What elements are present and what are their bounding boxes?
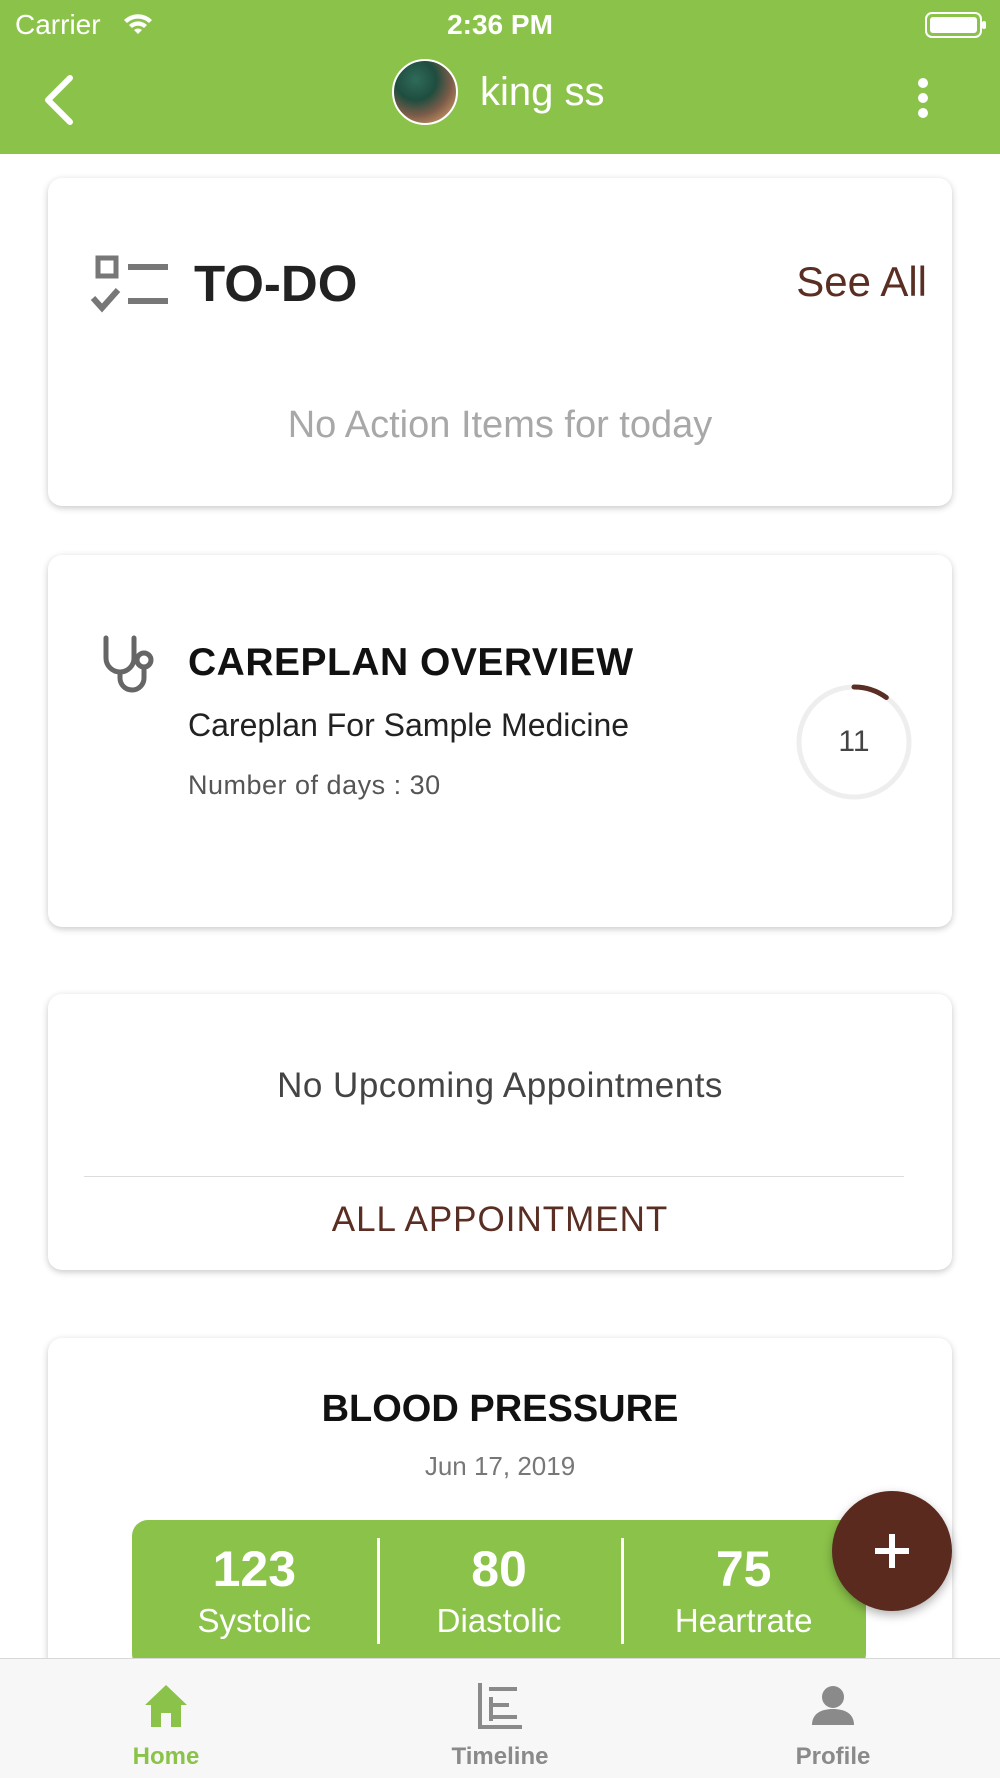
bottom-tab-bar: Home Timeline Profile (0, 1658, 1000, 1778)
appointments-empty-message: No Upcoming Appointments (277, 1066, 723, 1105)
status-bar: Carrier 2:36 PM (0, 0, 1000, 50)
todo-title: TO-DO (194, 255, 358, 312)
todo-empty-message: No Action Items for today (287, 404, 713, 446)
todo-card: TO-DO See All No Action Items for today (48, 178, 952, 506)
metric-value: 80 (471, 1541, 527, 1597)
careplan-days: Number of days : 30 (188, 770, 441, 800)
careplan-card[interactable]: CAREPLAN OVERVIEW Careplan For Sample Me… (48, 555, 952, 927)
appointments-card: No Upcoming Appointments ALL APPOINTMENT (48, 994, 952, 1270)
metric-value: 123 (212, 1541, 297, 1597)
tab-profile[interactable]: Profile (733, 1659, 933, 1778)
status-time: 2:36 PM (447, 9, 553, 40)
stethoscope-icon (103, 635, 154, 693)
metric-label: Diastolic (436, 1602, 562, 1639)
add-button[interactable] (832, 1491, 952, 1611)
see-all-link[interactable]: See All (796, 258, 927, 306)
blood-pressure-metrics: 123 Systolic 80 Diastolic 75 Heartrate (132, 1520, 866, 1670)
avatar[interactable] (392, 59, 458, 125)
metric-systolic: 123 Systolic (132, 1520, 377, 1670)
header-user: king ss (392, 58, 605, 126)
careplan-title: CAREPLAN OVERVIEW (188, 641, 634, 684)
metric-value: 75 (715, 1541, 772, 1597)
divider (84, 1176, 904, 1177)
careplan-progress-value: 11 (838, 725, 870, 758)
blood-pressure-date: Jun 17, 2019 (424, 1451, 576, 1481)
home-icon (145, 1685, 187, 1727)
plus-icon (875, 1534, 909, 1568)
metric-label: Heartrate (674, 1602, 813, 1639)
timeline-icon (478, 1683, 522, 1729)
tab-label: Profile (795, 1743, 871, 1770)
metric-heartrate: 75 Heartrate (621, 1520, 866, 1670)
metric-label: Systolic (197, 1602, 312, 1639)
metric-diastolic: 80 Diastolic (376, 1520, 622, 1670)
app-header: Carrier 2:36 PM king ss (0, 0, 1000, 154)
tab-home[interactable]: Home (66, 1659, 266, 1778)
all-appointments-button[interactable]: ALL APPOINTMENT (48, 1200, 952, 1240)
page-title: king ss (480, 69, 605, 114)
tab-label: Timeline (451, 1743, 549, 1770)
more-vertical-icon (905, 78, 941, 118)
battery-icon (925, 12, 986, 38)
more-options-button[interactable] (905, 78, 941, 126)
tab-label: Home (132, 1743, 200, 1770)
blood-pressure-title: BLOOD PRESSURE (321, 1388, 679, 1430)
checklist-icon (90, 255, 168, 313)
profile-icon (812, 1686, 854, 1725)
tab-timeline[interactable]: Timeline (400, 1659, 600, 1778)
careplan-name: Careplan For Sample Medicine (188, 707, 630, 743)
chevron-left-icon (45, 75, 73, 125)
back-button[interactable] (40, 72, 90, 132)
